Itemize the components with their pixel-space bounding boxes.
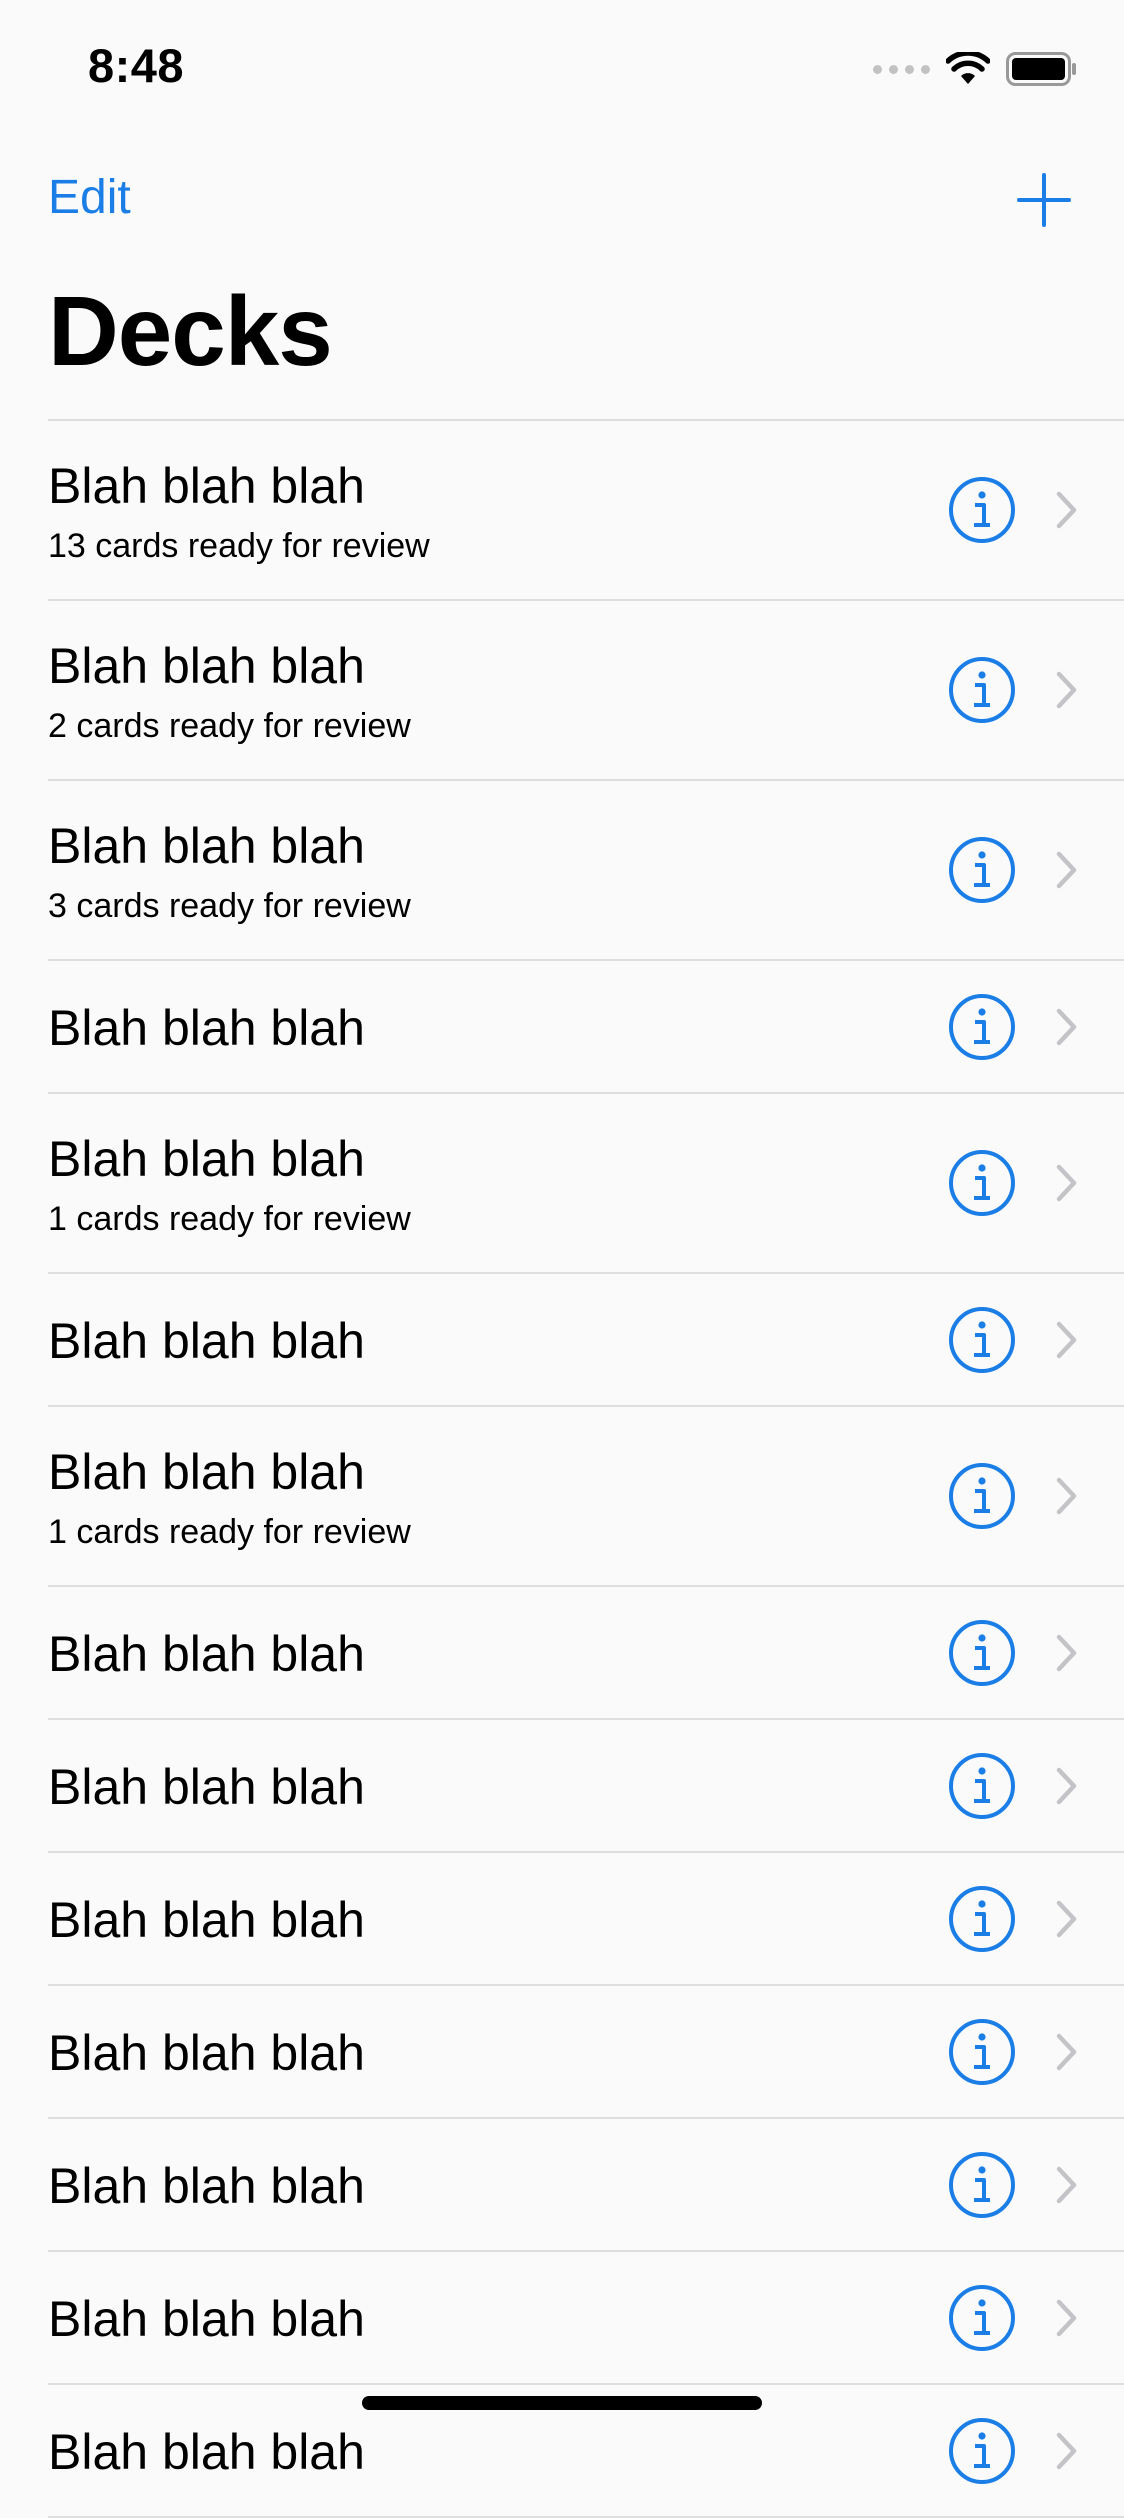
deck-review-count: 3 cards ready for review	[48, 887, 411, 925]
deck-row[interactable]: Blah blah blah	[48, 1274, 1124, 1407]
chevron-right-icon	[1056, 2033, 1077, 2071]
chevron-right-icon	[1056, 1008, 1077, 1046]
deck-row[interactable]: Blah blah blah 3 cards ready for review	[48, 781, 1124, 961]
deck-row[interactable]: Blah blah blah	[48, 1853, 1124, 1986]
info-icon[interactable]	[948, 1752, 1016, 1820]
deck-row[interactable]: Blah blah blah 1 cards ready for review	[48, 1407, 1124, 1587]
info-icon[interactable]	[948, 1885, 1016, 1953]
edit-button[interactable]: Edit	[48, 170, 131, 225]
deck-title: Blah blah blah	[48, 2158, 365, 2214]
deck-title: Blah blah blah	[48, 1131, 365, 1187]
chevron-right-icon	[1056, 1634, 1077, 1672]
info-icon[interactable]	[948, 1619, 1016, 1687]
chevron-right-icon	[1056, 2166, 1077, 2204]
deck-row[interactable]: Blah blah blah 2 cards ready for review	[48, 601, 1124, 781]
info-icon[interactable]	[948, 1462, 1016, 1530]
deck-title: Blah blah blah	[48, 2424, 365, 2480]
deck-row[interactable]: Blah blah blah	[48, 961, 1124, 1094]
info-icon[interactable]	[948, 993, 1016, 1061]
deck-title: Blah blah blah	[48, 638, 365, 694]
deck-title: Blah blah blah	[48, 1626, 365, 1682]
status-time: 8:48	[88, 39, 185, 92]
deck-row[interactable]: Blah blah blah	[48, 2252, 1124, 2385]
home-indicator[interactable]	[362, 2396, 762, 2410]
deck-review-count: 2 cards ready for review	[48, 707, 411, 745]
deck-review-count: 1 cards ready for review	[48, 1200, 411, 1238]
page-title: Decks	[48, 276, 333, 386]
deck-title: Blah blah blah	[48, 458, 365, 514]
info-icon[interactable]	[948, 2417, 1016, 2485]
deck-review-count: 13 cards ready for review	[48, 527, 430, 565]
chevron-right-icon	[1056, 1477, 1077, 1515]
deck-title: Blah blah blah	[48, 2025, 365, 2081]
deck-row[interactable]: Blah blah blah 1 cards ready for review	[48, 1094, 1124, 1274]
deck-title: Blah blah blah	[48, 2291, 365, 2347]
info-icon[interactable]	[948, 1149, 1016, 1217]
deck-row[interactable]: Blah blah blah 13 cards ready for review	[48, 421, 1124, 601]
deck-title: Blah blah blah	[48, 1892, 365, 1948]
info-icon[interactable]	[948, 1306, 1016, 1374]
info-icon[interactable]	[948, 656, 1016, 724]
deck-title: Blah blah blah	[48, 1759, 365, 1815]
chevron-right-icon	[1056, 2432, 1077, 2470]
info-icon[interactable]	[948, 476, 1016, 544]
deck-row[interactable]: Blah blah blah	[48, 2119, 1124, 2252]
plus-icon[interactable]	[1016, 172, 1072, 228]
deck-row[interactable]: Blah blah blah	[48, 1986, 1124, 2119]
chevron-right-icon	[1056, 1164, 1077, 1202]
info-icon[interactable]	[948, 836, 1016, 904]
status-bar: 8:48	[0, 0, 1124, 132]
navigation-bar: Edit	[0, 150, 1124, 250]
chevron-right-icon	[1056, 1767, 1077, 1805]
chevron-right-icon	[1056, 1900, 1077, 1938]
wifi-icon	[946, 52, 990, 84]
deck-title: Blah blah blah	[48, 1313, 365, 1369]
cellular-signal-icon	[873, 64, 930, 74]
chevron-right-icon	[1056, 1321, 1077, 1359]
deck-title: Blah blah blah	[48, 1444, 365, 1500]
battery-icon	[1006, 52, 1076, 86]
chevron-right-icon	[1056, 491, 1077, 529]
deck-row[interactable]: Blah blah blah	[48, 1587, 1124, 1720]
deck-review-count: 1 cards ready for review	[48, 1513, 411, 1551]
info-icon[interactable]	[948, 2151, 1016, 2219]
info-icon[interactable]	[948, 2284, 1016, 2352]
chevron-right-icon	[1056, 851, 1077, 889]
chevron-right-icon	[1056, 671, 1077, 709]
status-icons	[873, 52, 1078, 86]
deck-title: Blah blah blah	[48, 818, 365, 874]
deck-row[interactable]: Blah blah blah	[48, 1720, 1124, 1853]
chevron-right-icon	[1056, 2299, 1077, 2337]
info-icon[interactable]	[948, 2018, 1016, 2086]
deck-title: Blah blah blah	[48, 1000, 365, 1056]
deck-list: Blah blah blah 13 cards ready for review B…	[48, 419, 1124, 2518]
